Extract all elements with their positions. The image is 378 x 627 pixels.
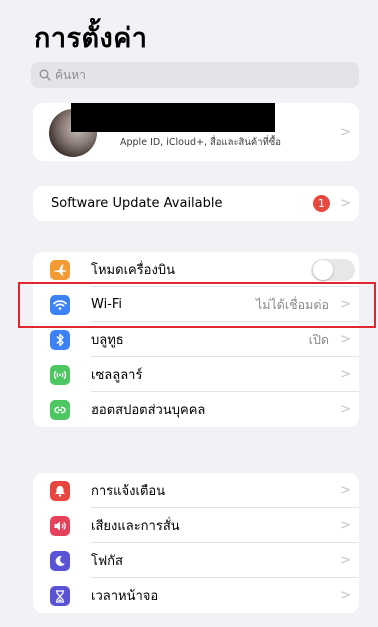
page-title: การตั้งค่า: [34, 23, 148, 54]
speaker-icon: [50, 516, 70, 536]
wifi-highlight-box: [18, 282, 376, 328]
search-icon: [39, 69, 51, 81]
hotspot-row[interactable]: ฮอตสปอตส่วนบุคคล >: [33, 392, 359, 427]
redacted-name: [71, 103, 275, 132]
update-count-badge: 1: [313, 195, 330, 212]
focus-label: โฟกัส: [91, 554, 123, 569]
screen-time-row[interactable]: เวลาหน้าจอ >: [33, 578, 359, 613]
software-update-card[interactable]: Software Update Available 1 >: [33, 186, 359, 221]
search-placeholder: ค้นหา: [55, 67, 86, 82]
bluetooth-label: บลูทูธ: [91, 333, 124, 348]
airplane-icon: [50, 260, 70, 280]
cellular-icon: [50, 365, 70, 385]
airplane-mode-toggle[interactable]: [311, 259, 355, 281]
chevron-right-icon: >: [340, 518, 351, 533]
cellular-row[interactable]: เซลลูลาร์ >: [33, 357, 359, 392]
bluetooth-icon: [50, 330, 70, 350]
connectivity-card: โหมดเครื่องบิน Wi-Fi ไม่ได้เชื่อมต่อ > บ…: [33, 252, 359, 427]
bluetooth-status: เปิด: [308, 331, 329, 347]
chevron-right-icon: >: [340, 588, 351, 603]
profile-card[interactable]: Apple ID, iCloud+, สื่อและสินค้าที่ซื้อ …: [33, 103, 359, 161]
notifications-card: การแจ้งเตือน > เสียงและการสั่น > โฟกัส >…: [33, 473, 359, 613]
software-update-row[interactable]: Software Update Available 1 >: [33, 186, 359, 221]
profile-subtitle: Apple ID, iCloud+, สื่อและสินค้าที่ซื้อ: [120, 137, 281, 148]
chevron-right-icon: >: [340, 553, 351, 568]
screen-time-label: เวลาหน้าจอ: [91, 589, 159, 604]
chevron-right-icon: >: [340, 483, 351, 498]
chevron-right-icon: >: [340, 367, 351, 382]
software-update-label: Software Update Available: [51, 196, 223, 211]
moon-icon: [50, 551, 70, 571]
hourglass-icon: [50, 586, 70, 606]
focus-row[interactable]: โฟกัส >: [33, 543, 359, 578]
cellular-label: เซลลูลาร์: [91, 368, 143, 383]
sounds-row[interactable]: เสียงและการสั่น >: [33, 508, 359, 543]
chevron-right-icon: >: [340, 196, 351, 211]
apple-id-row[interactable]: Apple ID, iCloud+, สื่อและสินค้าที่ซื้อ …: [33, 103, 359, 161]
toggle-knob: [313, 260, 333, 280]
hotspot-icon: [50, 400, 70, 420]
sounds-label: เสียงและการสั่น: [91, 519, 180, 534]
chevron-right-icon: >: [340, 332, 351, 347]
airplane-mode-label: โหมดเครื่องบิน: [91, 263, 175, 278]
hotspot-label: ฮอตสปอตส่วนบุคคล: [91, 403, 206, 418]
chevron-right-icon: >: [340, 124, 351, 140]
notifications-row[interactable]: การแจ้งเตือน >: [33, 473, 359, 508]
notification-bell-icon: [50, 481, 70, 501]
search-input[interactable]: ค้นหา: [31, 62, 359, 88]
chevron-right-icon: >: [340, 402, 351, 417]
notifications-label: การแจ้งเตือน: [91, 484, 166, 499]
